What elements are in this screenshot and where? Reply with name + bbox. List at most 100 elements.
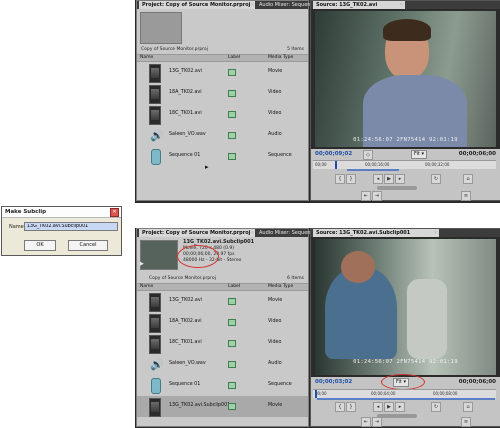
list-item[interactable]: Sequence 01 Sequence <box>137 375 308 396</box>
list-item[interactable]: 🔊 Saleen_VO.wav Audio <box>137 354 308 375</box>
source-tab-bar: Source: 13G_TK02.avi ✕ <box>311 1 500 9</box>
time-ruler[interactable]: 00;00 00;00;04;00 00;00;08;00 <box>313 389 496 398</box>
label-swatch[interactable] <box>228 90 236 97</box>
media-type: Audio <box>268 361 282 366</box>
list-item[interactable]: 18C_TK01.avi Video <box>137 104 308 125</box>
burned-in-timecode: 01:24:56:07 2FN75414 92:01:19 <box>353 137 458 143</box>
annotation-circle-duration <box>177 245 219 268</box>
column-name[interactable]: Name <box>140 284 153 290</box>
label-swatch[interactable] <box>228 111 236 118</box>
close-icon[interactable]: ✕ <box>433 230 438 236</box>
list-item[interactable]: 🔊 Saleen_VO.wav Audio <box>137 125 308 146</box>
export-frame-icon[interactable]: ⌂ <box>463 402 473 412</box>
settings-icon[interactable]: ≡ <box>461 191 471 201</box>
label-swatch[interactable] <box>228 319 236 326</box>
project-tab-bar: Project: Copy of Source Monitor.prproj ✕… <box>137 229 310 237</box>
clip-name: Sequence 01 <box>169 382 201 387</box>
label-swatch[interactable] <box>228 153 236 160</box>
play-icon[interactable]: ▶ <box>384 402 394 412</box>
mark-in-icon[interactable]: { <box>335 174 345 184</box>
label-swatch[interactable] <box>228 340 236 347</box>
play-icon[interactable]: ▶ <box>140 261 144 267</box>
overlay-icon[interactable]: ⇥ <box>372 191 382 201</box>
close-icon[interactable]: ✕ <box>110 208 119 217</box>
dialog-title: Make Subclip <box>5 209 47 215</box>
close-icon[interactable]: ✕ <box>250 230 255 236</box>
mark-out-icon[interactable]: } <box>346 174 356 184</box>
edit-row: ⇤ ⇥ ≡ <box>361 191 481 201</box>
label-swatch[interactable] <box>228 69 236 76</box>
step-forward-icon[interactable]: ▸ <box>395 174 405 184</box>
step-back-icon[interactable]: ◂ <box>373 174 383 184</box>
current-timecode[interactable]: 00;00;03;02 <box>315 379 352 385</box>
jog-shuttle[interactable] <box>377 186 417 190</box>
mark-out-icon[interactable]: } <box>346 402 356 412</box>
list-item-selected[interactable]: 13G_TK02.avi.Subclip001 Movie <box>137 396 308 417</box>
marker-icon[interactable]: ◇ <box>363 150 373 160</box>
label-swatch[interactable] <box>228 361 236 368</box>
fit-dropdown[interactable]: Fit ▾ <box>411 150 427 159</box>
column-name[interactable]: Name <box>140 55 153 61</box>
current-timecode[interactable]: 00;00;09;02 <box>315 151 352 157</box>
list-item[interactable]: 18A_TK02.avi Video <box>137 312 308 333</box>
project-file-name: Copy of Source Monitor.prproj <box>149 276 216 281</box>
column-label[interactable]: Label <box>228 284 240 290</box>
play-icon[interactable]: ▶ <box>384 174 394 184</box>
in-out-range[interactable] <box>317 398 495 400</box>
step-forward-icon[interactable]: ▸ <box>395 402 405 412</box>
insert-icon[interactable]: ⇤ <box>361 417 371 427</box>
column-label[interactable]: Label <box>228 55 240 61</box>
playhead[interactable] <box>335 161 337 169</box>
name-label: Name: <box>9 224 26 230</box>
subclip-name-input[interactable] <box>24 222 118 231</box>
settings-icon[interactable]: ≡ <box>461 417 471 427</box>
insert-icon[interactable]: ⇤ <box>361 191 371 201</box>
film-icon <box>149 293 161 312</box>
tab-project[interactable]: Project: Copy of Source Monitor.prproj <box>139 229 255 237</box>
tab-audio-mixer[interactable]: Audio Mixer: Sequen <box>256 1 312 9</box>
playhead[interactable] <box>315 390 317 398</box>
mouse-cursor-icon: ▸ <box>205 163 209 171</box>
video-frame: 01:24:56:07 2FN75414 92:01:19 <box>315 239 496 375</box>
video-frame: 01:24:56:07 2FN75414 92:01:19 <box>315 11 496 147</box>
label-swatch[interactable] <box>228 298 236 305</box>
source-monitor: Source: 13G_TK02.avi.Subclip001 ✕ 01:24:… <box>310 228 500 427</box>
list-item[interactable]: Sequence 01 Sequence <box>137 146 308 167</box>
list-item[interactable]: 13G_TK02.avi Movie <box>137 291 308 312</box>
close-icon[interactable]: ✕ <box>399 2 404 8</box>
cancel-button[interactable]: Cancel <box>68 240 108 251</box>
label-swatch[interactable] <box>228 132 236 139</box>
step-back-icon[interactable]: ◂ <box>373 402 383 412</box>
item-count: 5 Items <box>287 47 304 52</box>
transport-row: { } ◂ ▶ ▸ ↻ ⌂ <box>335 174 485 184</box>
list-item[interactable]: 18C_TK01.avi Video <box>137 333 308 354</box>
ok-button[interactable]: OK <box>24 240 56 251</box>
media-type: Video <box>268 319 282 324</box>
list-item[interactable]: 13G_TK02.avi Movie <box>137 62 308 83</box>
loop-icon[interactable]: ↻ <box>431 174 441 184</box>
mark-in-icon[interactable]: { <box>335 402 345 412</box>
column-media-type[interactable]: Media Type <box>268 284 293 290</box>
column-media-type[interactable]: Media Type <box>268 55 293 61</box>
tab-audio-mixer[interactable]: Audio Mixer: Sequen <box>256 229 312 237</box>
time-ruler[interactable]: 00;00 00;00;16;00 00;00;32;00 <box>313 160 496 169</box>
clip-name: 18A_TK02.avi <box>169 90 202 95</box>
car-seat <box>407 279 447 359</box>
label-swatch[interactable] <box>228 382 236 389</box>
tab-source[interactable]: Source: 13G_TK02.avi <box>313 1 405 9</box>
source-tab-bar: Source: 13G_TK02.avi.Subclip001 ✕ <box>311 229 500 237</box>
in-out-range[interactable] <box>347 169 399 171</box>
export-frame-icon[interactable]: ⌂ <box>463 174 473 184</box>
close-icon[interactable]: ✕ <box>250 2 255 8</box>
film-icon <box>149 398 161 417</box>
tab-project[interactable]: Project: Copy of Source Monitor.prproj <box>139 1 255 9</box>
label-swatch[interactable] <box>228 403 236 410</box>
loop-icon[interactable]: ↻ <box>431 402 441 412</box>
list-item[interactable]: 18A_TK02.avi Video <box>137 83 308 104</box>
clip-name: 13G_TK02.avi <box>169 69 203 74</box>
overlay-icon[interactable]: ⇥ <box>372 417 382 427</box>
clip-name: Saleen_VO.wav <box>169 132 206 137</box>
project-tab-bar: Project: Copy of Source Monitor.prproj ✕… <box>137 1 310 9</box>
preview-thumbnail: ▶ <box>140 240 178 270</box>
tab-source[interactable]: Source: 13G_TK02.avi.Subclip001 <box>313 229 439 237</box>
